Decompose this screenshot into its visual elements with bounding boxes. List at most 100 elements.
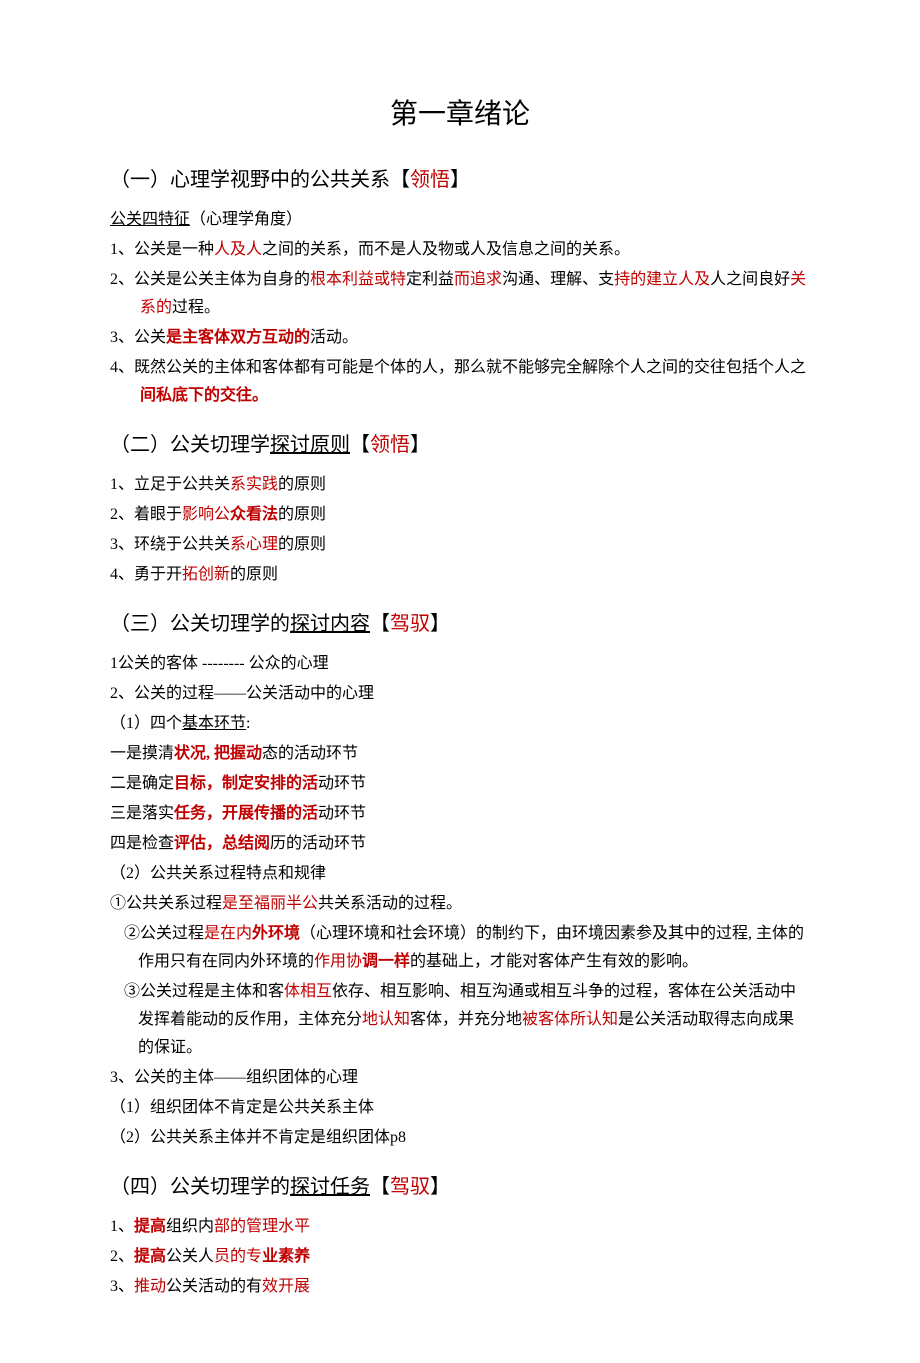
list-item: （1）四个基本环节:	[110, 710, 810, 738]
text: 领悟	[410, 169, 450, 191]
text: （二）公关切理学	[110, 434, 270, 456]
text: 1、立足于公共关	[110, 476, 230, 493]
list-item: ③公关过程是主体和客体相互依存、相互影响、相互沟通或相互斗争的过程，客体在公关活…	[110, 978, 810, 1062]
text: 2、着眼于	[110, 506, 182, 523]
subheading: 公关四特征（心理学角度）	[110, 206, 810, 234]
text: （心理学角度）	[190, 211, 302, 228]
list-item: 2、公关的过程——公关活动中的心理	[110, 680, 810, 708]
list-item: 四是检查评估，总结阅历的活动环节	[110, 830, 810, 858]
text: 公关活动的有	[166, 1278, 262, 1295]
text: 客体，并充分地	[410, 1011, 522, 1028]
text: 4、勇于开	[110, 566, 182, 583]
text: 领悟	[370, 434, 410, 456]
text: 3、环绕于公共关	[110, 536, 230, 553]
text: ③公关过程是主体和客	[124, 983, 284, 1000]
text: 过程。	[172, 299, 220, 316]
text: 【	[370, 1176, 390, 1198]
text: 部的管	[214, 1218, 262, 1235]
text: :	[246, 715, 250, 732]
text: 活动。	[310, 329, 358, 346]
chapter-title: 第一章绪论	[110, 90, 810, 139]
text: 】	[410, 434, 430, 456]
section-2-heading: （二）公关切理学探讨原则【领悟】	[110, 428, 810, 463]
text: 3、公关	[110, 329, 166, 346]
text: 目标，制定安排的活	[174, 775, 318, 792]
list-item: 2、着眼于影响公众看法的原则	[110, 501, 810, 529]
text: 一是摸清	[110, 745, 174, 762]
text: 是主客体双方互动的	[166, 329, 310, 346]
list-item: 3、环绕于公共关系心理的原则	[110, 531, 810, 559]
text: 沟通、理解、支	[502, 271, 614, 288]
text: 地认知	[362, 1011, 410, 1028]
text: 共关系活动的过程。	[318, 895, 462, 912]
text: 之间的关系，而不是人及物或人及信息之间的关系。	[262, 241, 630, 258]
text: （1）四个	[110, 715, 182, 732]
text: 而追求	[454, 271, 502, 288]
text: （一）心理学视野中的公共关系【	[110, 169, 410, 191]
list-item: 3、推动公关活动的有效开展	[110, 1273, 810, 1301]
text: 公关四特征	[110, 211, 190, 228]
section-4-heading: （四）公关切理学的探讨任务【驾驭】	[110, 1170, 810, 1205]
text: 的原则	[278, 506, 326, 523]
list-item: 4、勇于开拓创新的原则	[110, 561, 810, 589]
list-item: 4、既然公关的主体和客体都有可能是个体的人，那么就不能够完全解除个人之间的交往包…	[110, 354, 810, 410]
text: 影响公	[182, 506, 230, 523]
section-1-heading: （一）心理学视野中的公共关系【领悟】	[110, 163, 810, 198]
text: 2、公关是公关主体为自身的	[110, 271, 310, 288]
list-item: （1）组织团体不肯定是公共关系主体	[110, 1094, 810, 1122]
list-item: 1、公关是一种人及人之间的关系，而不是人及物或人及信息之间的关系。	[110, 236, 810, 264]
text: ②公关过程	[124, 925, 204, 942]
list-item: 2、公关是公关主体为自身的根本利益或特定利益而追求沟通、理解、支持的建立人及人之…	[110, 266, 810, 322]
text: （四）公关切理学的	[110, 1176, 290, 1198]
list-item: 一是摸清状况, 把握动态的活动环节	[110, 740, 810, 768]
text: 基本环节	[182, 715, 246, 732]
text: 4、既然公关的主体和客体都有可能是个体的人，那么就不能够完全解除个人之间的交往包…	[110, 359, 806, 376]
text: 效开展	[262, 1278, 310, 1295]
text: 】	[430, 613, 450, 635]
text: 的原则	[278, 536, 326, 553]
text: 2、	[110, 1248, 134, 1265]
text: 人及人	[214, 241, 262, 258]
list-item: （2）公共关系主体并不肯定是组织团体p8	[110, 1124, 810, 1152]
text: 态的活动环节	[262, 745, 358, 762]
text: 的原则	[230, 566, 278, 583]
text: 是在内	[204, 925, 252, 942]
text: 体相互	[284, 983, 332, 1000]
text: 理水平	[262, 1218, 310, 1235]
text: 公关人	[166, 1248, 214, 1265]
section-3-heading: （三）公关切理学的探讨内容【驾驭】	[110, 607, 810, 642]
text: 作用协	[314, 953, 362, 970]
text: 的原则	[278, 476, 326, 493]
list-item: 2、提高公关人员的专业素养	[110, 1243, 810, 1271]
text: 业素养	[262, 1248, 310, 1265]
list-item: 三是落实任务，开展传播的活动环节	[110, 800, 810, 828]
text: 【	[370, 613, 390, 635]
text: 提高	[134, 1248, 166, 1265]
text: 调一样	[362, 953, 410, 970]
text: （三）公关切理学的	[110, 613, 290, 635]
text: 探讨内容	[290, 613, 370, 635]
text: 定利益	[406, 271, 454, 288]
text: 系实践	[230, 476, 278, 493]
list-item: （2）公共关系过程特点和规律	[110, 860, 810, 888]
text: 探讨任务	[290, 1176, 370, 1198]
text: 】	[430, 1176, 450, 1198]
text: 动环节	[318, 775, 366, 792]
list-item: 3、公关是主客体双方互动的活动。	[110, 324, 810, 352]
text: 二是确定	[110, 775, 174, 792]
text: 推动	[134, 1278, 166, 1295]
text: 持的建立人及	[614, 271, 710, 288]
text: 外环境	[252, 925, 300, 942]
text: 任务，开展传播的活	[174, 805, 318, 822]
text: 组织内	[166, 1218, 214, 1235]
text: 驾驭	[390, 613, 430, 635]
text: 】	[450, 169, 470, 191]
text: 1、	[110, 1218, 134, 1235]
text: 【	[350, 434, 370, 456]
text: 动环节	[318, 805, 366, 822]
text: 间私底下的交往。	[140, 387, 268, 404]
text: 历的活动环节	[270, 835, 366, 852]
list-item: 1、提高组织内部的管理水平	[110, 1213, 810, 1241]
text: 三是落实	[110, 805, 174, 822]
text: ①公共关系过程	[110, 895, 222, 912]
